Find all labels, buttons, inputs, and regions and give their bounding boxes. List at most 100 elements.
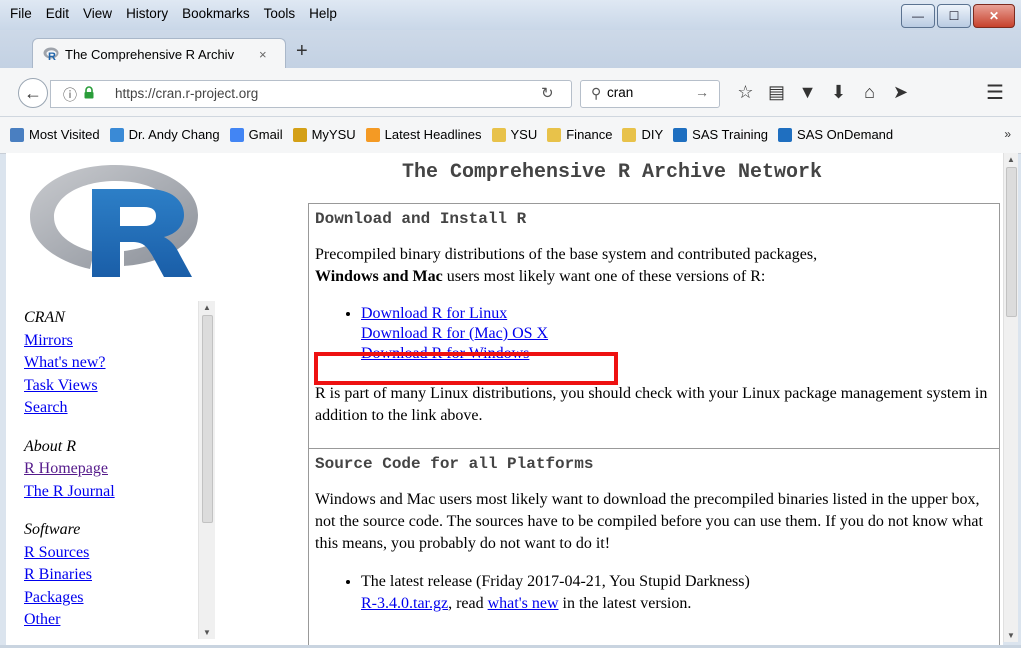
list-item: Download R for (Mac) OS X — [361, 325, 999, 343]
bookmark-item[interactable]: SAS OnDemand — [778, 127, 893, 142]
svg-text:R: R — [48, 51, 56, 62]
new-tab-button[interactable]: + — [296, 40, 308, 63]
sidebar-link[interactable]: What's new? — [24, 352, 224, 375]
download-install-box: Download and Install R Precompiled binar… — [308, 203, 1000, 448]
sidebar-link[interactable]: R Binaries — [24, 564, 224, 587]
scroll-down-arrow-icon[interactable]: ▼ — [203, 628, 211, 637]
folder-icon — [547, 127, 562, 142]
bookmark-item[interactable]: Gmail — [229, 127, 283, 142]
bookmark-item[interactable]: Most Visited — [10, 127, 100, 142]
close-window-button[interactable]: ✕ — [973, 4, 1015, 28]
sidebar-link[interactable]: R Sources — [24, 542, 224, 565]
sidebar-link[interactable]: The R Journal — [24, 481, 224, 504]
sidebar-heading: Software — [24, 521, 81, 538]
url-text[interactable]: https://cran.r-project.org — [115, 86, 258, 101]
back-button[interactable]: ← — [18, 78, 48, 108]
page-scroll-thumb[interactable] — [1006, 167, 1017, 317]
sidebar-nav: CRAN Mirrors What's new? Task Views Search Ab… — [24, 307, 224, 645]
menu-bookmarks[interactable]: Bookmarks — [182, 6, 250, 21]
url-bar[interactable]: ⓘ https://cran.r-project.org ↻ — [50, 80, 572, 108]
download-linux-link[interactable]: Download R for Linux — [361, 305, 507, 322]
sidebar-link[interactable]: Task Views — [24, 375, 224, 398]
search-go-icon[interactable]: → — [695, 84, 709, 100]
google-icon — [229, 127, 244, 142]
tab-cran[interactable]: R The Comprehensive R Archiv × — [32, 38, 286, 69]
home-icon[interactable]: ⌂ — [854, 82, 885, 103]
window-controls: — ☐ ✕ — [899, 4, 1015, 28]
page-scroll-down-icon[interactable]: ▼ — [1007, 631, 1015, 640]
highlight-annotation-box — [314, 352, 618, 385]
bookmarks-toolbar: Most Visited Dr. Andy Chang Gmail MyYSU Late… — [0, 117, 1021, 154]
bookmark-label: Gmail — [248, 127, 283, 142]
list-item: The latest release (Friday 2017-04-21, Y… — [361, 571, 999, 615]
download-icon[interactable]: ⬇ — [823, 82, 854, 103]
reload-icon[interactable]: ↻ — [541, 84, 554, 102]
r-logo — [30, 165, 198, 277]
page-title: The Comprehensive R Archive Network — [401, 161, 823, 184]
ie-icon — [109, 127, 124, 142]
site-info-icon[interactable]: ⓘ — [63, 85, 77, 105]
maximize-button[interactable]: ☐ — [937, 4, 971, 28]
release-text: The latest release (Friday 2017-04-21, Y… — [361, 573, 750, 590]
sidebar-link[interactable]: Packages — [24, 587, 224, 610]
bookmarks-overflow-icon[interactable]: » — [1004, 127, 1011, 141]
sidebar-scrollbar[interactable]: ▲ ▼ — [198, 301, 215, 639]
sidebar-scroll-thumb[interactable] — [202, 315, 213, 523]
bookmark-label: MyYSU — [311, 127, 356, 142]
download-mac-link[interactable]: Download R for (Mac) OS X — [361, 325, 548, 342]
myysu-icon — [292, 127, 307, 142]
bookmark-item[interactable]: Finance — [547, 127, 612, 142]
menu-edit[interactable]: Edit — [46, 6, 69, 21]
menu-bar: File Edit View History Bookmarks Tools H… — [0, 0, 1021, 30]
menu-history[interactable]: History — [126, 6, 168, 21]
scroll-up-arrow-icon[interactable]: ▲ — [203, 303, 211, 312]
tab-close-icon[interactable]: × — [259, 47, 267, 62]
sidebar-link[interactable]: Mirrors — [24, 330, 224, 353]
send-icon[interactable]: ➤ — [885, 82, 916, 103]
bookmarks-list: Most Visited Dr. Andy Chang Gmail MyYSU Late… — [10, 127, 893, 142]
menu-list: File Edit View History Bookmarks Tools H… — [10, 6, 337, 21]
toolbar-icons: ☆ ▤ ▼ ⬇ ⌂ ➤ — [730, 82, 916, 103]
menu-help[interactable]: Help — [309, 6, 337, 21]
menu-view[interactable]: View — [83, 6, 112, 21]
folder-icon — [491, 127, 506, 142]
menu-tools[interactable]: Tools — [264, 6, 296, 21]
bookmark-label: Finance — [566, 127, 613, 142]
lock-icon — [84, 86, 94, 99]
sidebar-heading: About R — [24, 437, 76, 455]
maximize-icon: ☐ — [948, 9, 960, 23]
sidebar-heading: CRAN — [24, 309, 65, 326]
sidebar-link[interactable]: Other — [24, 609, 224, 632]
bookmark-label: Latest Headlines — [384, 127, 482, 142]
whats-new-link[interactable]: what's new — [488, 595, 559, 612]
bookmark-star-icon — [10, 127, 24, 142]
bookmark-star-icon[interactable]: ☆ — [730, 82, 761, 103]
page-scrollbar[interactable]: ▲ ▼ — [1003, 153, 1018, 642]
sidebar-link[interactable]: R Homepage — [24, 458, 224, 481]
bookmark-item[interactable]: Latest Headlines — [365, 127, 482, 142]
sidebar-link[interactable]: Search — [24, 397, 224, 420]
pocket-icon[interactable]: ▼ — [792, 82, 823, 103]
bookmark-item[interactable]: SAS Training — [673, 127, 768, 142]
bookmark-label: SAS OnDemand — [797, 127, 894, 142]
bookmark-label: SAS Training — [692, 127, 769, 142]
tab-strip: R The Comprehensive R Archiv × + — [0, 30, 1021, 69]
menu-file[interactable]: File — [10, 6, 32, 21]
bookmark-label: DIY — [641, 127, 664, 142]
bookmark-label: Most Visited — [29, 127, 100, 142]
bookmark-item[interactable]: Dr. Andy Chang — [109, 127, 220, 142]
reading-list-icon[interactable]: ▤ — [761, 82, 792, 103]
list-item: Download R for Linux — [361, 303, 999, 325]
tail-text: in the latest version. — [558, 595, 692, 612]
bookmark-item[interactable]: MyYSU — [292, 127, 356, 142]
bookmark-item[interactable]: YSU — [491, 127, 537, 142]
tarball-link[interactable]: R-3.4.0.tar.gz — [361, 595, 448, 612]
source-list: The latest release (Friday 2017-04-21, Y… — [309, 571, 999, 615]
page-scroll-up-icon[interactable]: ▲ — [1007, 155, 1015, 164]
minimize-button[interactable]: — — [901, 4, 935, 28]
search-bar[interactable]: ⚲ → — [580, 80, 720, 108]
menu-hamburger-icon[interactable]: ☰ — [986, 80, 1004, 105]
search-input[interactable] — [607, 85, 677, 100]
bookmark-item[interactable]: DIY — [622, 127, 663, 142]
